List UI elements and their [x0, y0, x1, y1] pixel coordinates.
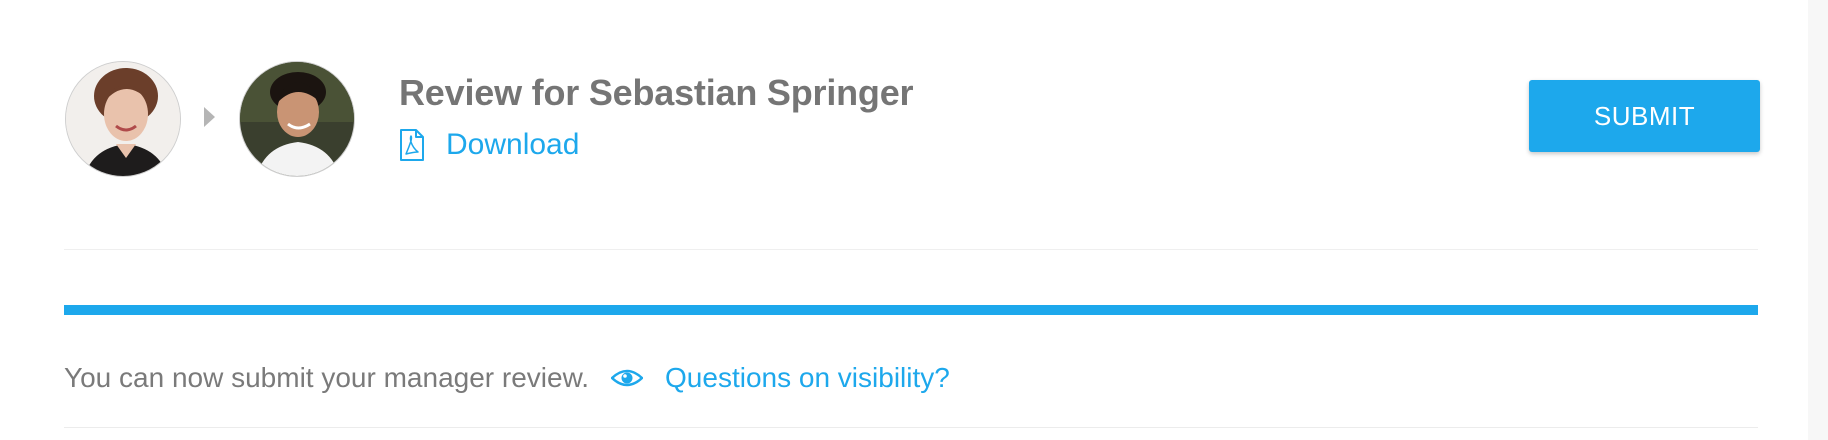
- review-progress-fill: [64, 305, 1758, 315]
- eye-icon: [611, 369, 644, 387]
- person-photo-icon: [66, 62, 180, 176]
- section-divider-bottom: [64, 427, 1758, 428]
- employee-avatar: [239, 61, 355, 177]
- pdf-file-icon: [400, 129, 424, 161]
- person-photo-icon: [240, 62, 354, 176]
- download-label: Download: [446, 128, 580, 161]
- download-link[interactable]: Download: [399, 128, 579, 162]
- submit-button[interactable]: SUBMIT: [1529, 80, 1760, 152]
- section-divider: [64, 249, 1758, 250]
- status-row: You can now submit your manager review. …: [64, 362, 950, 394]
- review-progress-bar: [64, 305, 1758, 315]
- review-title: Review for Sebastian Springer: [399, 72, 914, 113]
- visibility-link-label: Questions on visibility?: [665, 362, 950, 393]
- caret-right-icon: [204, 107, 215, 127]
- status-message: You can now submit your manager review.: [64, 362, 590, 393]
- manager-avatar: [65, 61, 181, 177]
- page-scroll-gutter: [1808, 0, 1828, 440]
- visibility-questions-link[interactable]: Questions on visibility?: [611, 362, 950, 394]
